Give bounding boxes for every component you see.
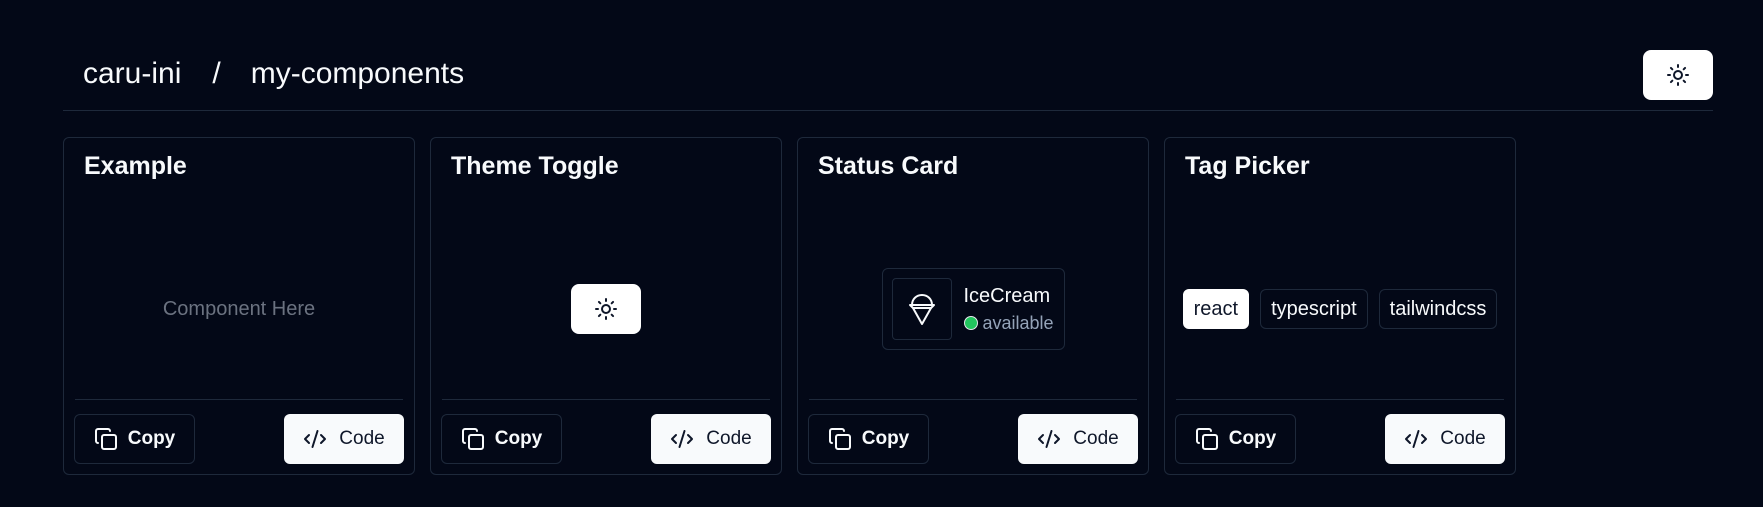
copy-label: Copy bbox=[1228, 428, 1277, 449]
card-divider bbox=[442, 399, 770, 400]
sun-icon bbox=[594, 297, 618, 321]
theme-toggle-button[interactable] bbox=[1643, 50, 1713, 100]
breadcrumb-owner[interactable]: caru-ini bbox=[83, 57, 181, 91]
status-name: IceCream bbox=[963, 284, 1051, 307]
tag-tailwindcss[interactable]: tailwindcss bbox=[1378, 289, 1498, 329]
component-card-status-card: Status Card IceCream available Copy Code bbox=[797, 137, 1149, 475]
code-icon bbox=[1037, 427, 1061, 451]
code-button[interactable]: Code bbox=[1018, 414, 1138, 464]
copy-button[interactable]: Copy bbox=[808, 414, 929, 464]
tag-react[interactable]: react bbox=[1182, 289, 1250, 329]
code-icon bbox=[1404, 427, 1428, 451]
code-label: Code bbox=[339, 428, 385, 449]
card-divider bbox=[75, 399, 403, 400]
card-preview bbox=[431, 198, 781, 420]
card-title: Theme Toggle bbox=[451, 152, 619, 180]
breadcrumb-repo[interactable]: my-components bbox=[251, 57, 464, 91]
breadcrumb: caru-ini / my-components bbox=[83, 57, 464, 91]
component-card-tag-picker: Tag Picker react typescript tailwindcss … bbox=[1164, 137, 1516, 475]
copy-button[interactable]: Copy bbox=[1175, 414, 1296, 464]
card-title: Tag Picker bbox=[1185, 152, 1310, 180]
code-button[interactable]: Code bbox=[651, 414, 771, 464]
status-text: available bbox=[982, 312, 1054, 333]
copy-button[interactable]: Copy bbox=[74, 414, 195, 464]
card-title: Example bbox=[84, 152, 187, 180]
tag-typescript[interactable]: typescript bbox=[1260, 289, 1368, 329]
sun-icon bbox=[1666, 63, 1690, 87]
status-row: available bbox=[963, 312, 1054, 334]
code-button[interactable]: Code bbox=[1385, 414, 1505, 464]
code-label: Code bbox=[1440, 428, 1486, 449]
card-title: Status Card bbox=[818, 152, 959, 180]
card-preview: IceCream available bbox=[798, 198, 1148, 420]
card-divider bbox=[809, 399, 1137, 400]
copy-icon bbox=[461, 427, 485, 451]
code-label: Code bbox=[1073, 428, 1119, 449]
component-card-example: Example Component Here Copy Code bbox=[63, 137, 415, 475]
component-card-theme-toggle: Theme Toggle Copy Code bbox=[430, 137, 782, 475]
theme-toggle-demo-button[interactable] bbox=[571, 284, 641, 334]
card-preview: react typescript tailwindcss bbox=[1165, 198, 1515, 420]
breadcrumb-separator: / bbox=[212, 57, 221, 90]
code-button[interactable]: Code bbox=[284, 414, 404, 464]
code-icon bbox=[670, 427, 694, 451]
card-preview: Component Here bbox=[64, 198, 414, 420]
copy-icon bbox=[1195, 427, 1219, 451]
page-header: caru-ini / my-components bbox=[63, 50, 1713, 111]
status-card: IceCream available bbox=[881, 268, 1065, 350]
card-divider bbox=[1176, 399, 1504, 400]
copy-label: Copy bbox=[494, 428, 543, 449]
copy-label: Copy bbox=[861, 428, 910, 449]
copy-label: Copy bbox=[127, 428, 176, 449]
status-icon-box bbox=[891, 278, 952, 340]
status-indicator-dot bbox=[963, 316, 978, 330]
ice-cream-icon bbox=[907, 291, 937, 327]
component-placeholder: Component Here bbox=[162, 297, 316, 320]
code-icon bbox=[303, 427, 327, 451]
tag-list: react typescript tailwindcss bbox=[1182, 289, 1498, 329]
copy-icon bbox=[828, 427, 852, 451]
copy-button[interactable]: Copy bbox=[441, 414, 562, 464]
code-label: Code bbox=[706, 428, 752, 449]
copy-icon bbox=[94, 427, 118, 451]
status-info: IceCream available bbox=[963, 284, 1054, 334]
